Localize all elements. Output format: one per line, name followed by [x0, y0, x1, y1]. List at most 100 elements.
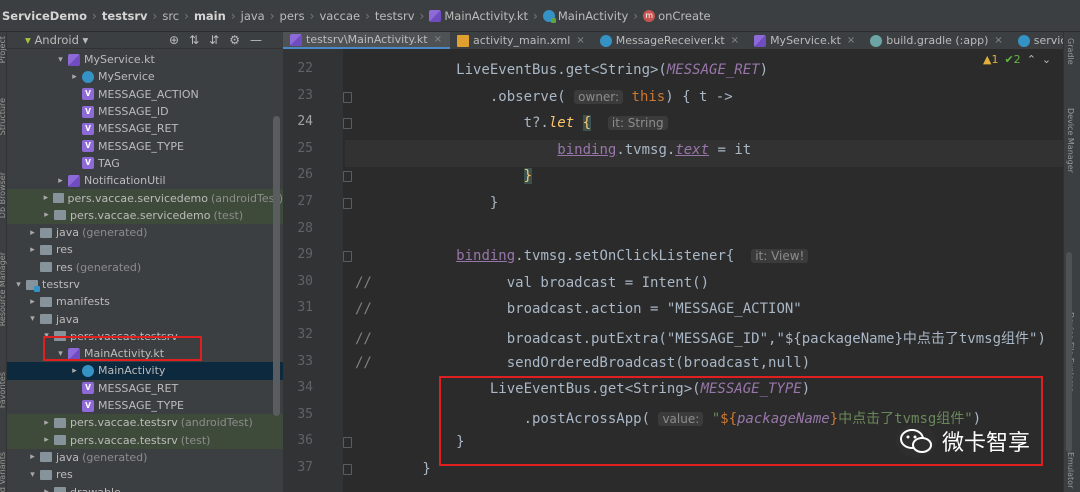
tree-item[interactable]: ▸ pers.vaccae.servicedemo (test): [7, 206, 283, 224]
code-line[interactable]: binding.tvmsg.setOnClickListener{ it: Vi…: [355, 248, 809, 264]
close-icon[interactable]: ×: [731, 35, 739, 46]
tree-item[interactable]: V MESSAGE_ID: [7, 103, 283, 120]
tree-item[interactable]: ▸ java (generated): [7, 224, 283, 241]
code-line[interactable]: // broadcast.putExtra("MESSAGE_ID","${pa…: [355, 328, 1046, 348]
fold-marker-icon[interactable]: [343, 91, 352, 103]
breadcrumb-item[interactable]: main: [194, 9, 226, 23]
chevron-right-icon[interactable]: ▸: [27, 297, 38, 307]
breadcrumb-item[interactable]: MainActivity.kt: [429, 9, 528, 23]
fold-marker-icon[interactable]: [343, 437, 352, 449]
tool-window-button[interactable]: Emulator: [1066, 452, 1075, 488]
tree-item[interactable]: V MESSAGE_TYPE: [7, 137, 283, 154]
fold-marker-icon[interactable]: [343, 251, 352, 263]
tree-item[interactable]: ▾ java: [7, 310, 283, 327]
chevron-down-icon[interactable]: ▾: [27, 470, 38, 480]
code-line[interactable]: LiveEventBus.get<String>(MESSAGE_RET): [355, 62, 768, 78]
editor-scrollbar[interactable]: [1066, 252, 1072, 452]
tree-item[interactable]: ▾ testsrv: [7, 276, 283, 293]
breadcrumb-item[interactable]: ServiceDemo: [2, 9, 87, 23]
tree-item[interactable]: V TAG: [7, 155, 283, 172]
chevron-right-icon[interactable]: ▸: [41, 193, 51, 203]
locate-icon[interactable]: ⊕: [169, 33, 179, 47]
chevron-down-icon[interactable]: ▾: [55, 55, 66, 65]
code-line[interactable]: t?.let { it: String: [355, 115, 668, 132]
tree-item[interactable]: res (generated): [7, 259, 283, 276]
tool-window-button[interactable]: Gradle: [1066, 38, 1075, 65]
breadcrumb-item[interactable]: java: [241, 9, 265, 23]
project-view-dropdown[interactable]: ▾ Android ▾: [25, 33, 88, 47]
tree-item[interactable]: V MESSAGE_TYPE: [7, 397, 283, 414]
code-line[interactable]: }: [355, 168, 533, 185]
code-line[interactable]: binding.tvmsg.text = it: [355, 142, 751, 158]
chevron-right-icon[interactable]: ▸: [41, 210, 52, 220]
tree-item[interactable]: ▸ drawable: [7, 483, 283, 492]
breadcrumb-item[interactable]: testsrv: [102, 9, 148, 23]
tool-window-button[interactable]: Db Browser: [0, 172, 7, 218]
fold-marker-icon[interactable]: [343, 171, 352, 183]
tree-item[interactable]: ▸ MainActivity: [7, 362, 283, 380]
inspection-widget[interactable]: ▲1 ✔2 ⌃ ⌄: [983, 53, 1051, 66]
editor-tab[interactable]: MyService.kt ×: [747, 32, 863, 49]
chevron-down-icon[interactable]: ▾: [27, 314, 38, 324]
chevron-right-icon[interactable]: ▸: [69, 72, 80, 82]
breadcrumb-item[interactable]: vaccae: [319, 9, 360, 23]
tree-item[interactable]: ▸ pers.vaccae.servicedemo (androidTest): [7, 189, 283, 207]
ok-count[interactable]: ✔2: [1004, 53, 1020, 66]
tree-item[interactable]: ▸ NotificationUtil: [7, 172, 283, 189]
warning-count[interactable]: ▲1: [983, 53, 998, 66]
code-line[interactable]: // broadcast.action = "MESSAGE_ACTION": [355, 301, 802, 317]
editor-tab[interactable]: testsrv\MainActivity.kt ×: [283, 32, 450, 49]
tree-item[interactable]: ▸ pers.vaccae.testsrv (test): [7, 431, 283, 449]
fold-marker-icon[interactable]: [343, 198, 352, 209]
tool-window-button[interactable]: Resource Manager: [0, 252, 7, 326]
chevron-right-icon[interactable]: ▸: [27, 452, 38, 462]
tree-item[interactable]: V MESSAGE_RET: [7, 380, 283, 397]
tree-item[interactable]: ▸ manifests: [7, 293, 283, 310]
code-line[interactable]: // val broadcast = Intent(): [355, 275, 709, 291]
tree-item[interactable]: V MESSAGE_RET: [7, 120, 283, 137]
gear-icon[interactable]: ⚙: [229, 33, 240, 47]
tree-item[interactable]: ▾ res: [7, 466, 283, 483]
code-line[interactable]: .observe( owner: this) { t ->: [355, 89, 733, 105]
editor-tab[interactable]: activity_main.xml ×: [450, 32, 593, 49]
collapse-all-icon[interactable]: ⇵: [209, 33, 219, 47]
tool-window-button[interactable]: Project: [0, 36, 7, 63]
tree-item[interactable]: ▸ MyService: [7, 68, 283, 85]
breadcrumb-item[interactable]: pers: [280, 9, 305, 23]
tool-window-button[interactable]: Build Variants: [0, 452, 7, 492]
hide-icon[interactable]: —: [250, 33, 262, 47]
chevron-down-icon[interactable]: ⌄: [1042, 53, 1051, 66]
chevron-right-icon[interactable]: ▸: [27, 228, 38, 238]
chevron-right-icon[interactable]: ▸: [27, 245, 38, 255]
tree-item[interactable]: ▾ MyService.kt: [7, 51, 283, 68]
tool-window-button[interactable]: Favorites: [0, 372, 7, 408]
editor-tab[interactable]: build.gradle (:app) ×: [863, 32, 1010, 49]
project-scrollbar[interactable]: [273, 116, 280, 416]
tool-window-button[interactable]: Structure: [0, 98, 7, 135]
close-icon[interactable]: ×: [847, 35, 855, 46]
editor-tab[interactable]: MessageReceiver.kt ×: [593, 32, 747, 49]
tree-item[interactable]: V MESSAGE_ACTION: [7, 86, 283, 103]
expand-all-icon[interactable]: ⇅: [189, 33, 199, 47]
breadcrumb-item[interactable]: m onCreate: [643, 9, 711, 23]
tree-item[interactable]: ▸ pers.vaccae.testsrv (androidTest): [7, 414, 283, 432]
chevron-right-icon[interactable]: ▸: [41, 487, 52, 492]
chevron-down-icon[interactable]: ▾: [13, 280, 24, 290]
code-line[interactable]: // sendOrderedBroadcast(broadcast,null): [355, 355, 810, 371]
editor-tab[interactable]: servicedemo\M: [1011, 32, 1063, 49]
breadcrumb-item[interactable]: src: [162, 9, 179, 23]
tree-item[interactable]: ▸ java (generated): [7, 449, 283, 466]
fold-marker-icon[interactable]: [343, 118, 352, 130]
close-icon[interactable]: ×: [576, 35, 584, 46]
fold-marker-icon[interactable]: [343, 464, 352, 475]
code-line[interactable]: }: [355, 195, 498, 211]
chevron-right-icon[interactable]: ▸: [41, 435, 52, 445]
chevron-right-icon[interactable]: ▸: [69, 366, 80, 376]
code-line[interactable]: }: [355, 461, 430, 477]
breadcrumb-item[interactable]: MainActivity: [542, 9, 628, 23]
tree-item[interactable]: ▸ res: [7, 241, 283, 258]
close-icon[interactable]: ×: [994, 35, 1002, 46]
chevron-right-icon[interactable]: ▸: [41, 418, 52, 428]
chevron-up-icon[interactable]: ⌃: [1027, 53, 1036, 66]
close-icon[interactable]: ×: [434, 34, 442, 45]
